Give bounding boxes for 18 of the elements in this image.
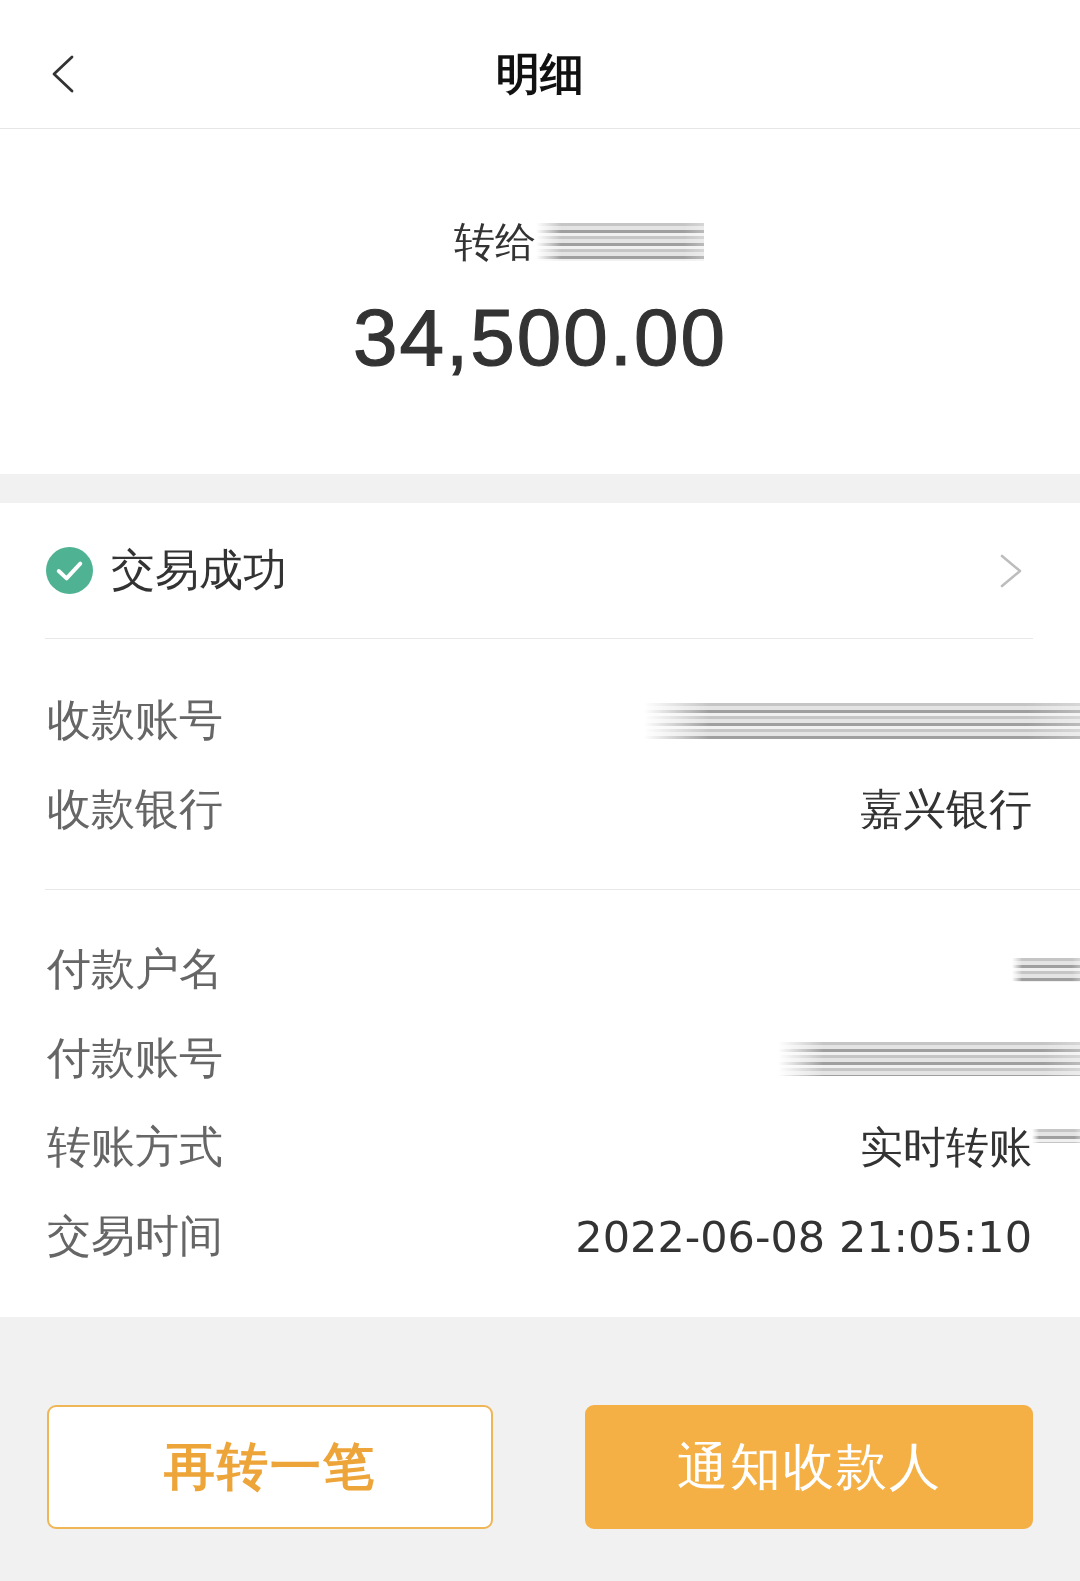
- transfer-again-button[interactable]: 再转一笔: [47, 1405, 493, 1529]
- detail-label: 收款账号: [47, 693, 223, 747]
- page-title: 明细: [496, 47, 584, 101]
- detail-value: 嘉兴银行: [860, 782, 1032, 836]
- status-text: 交易成功: [111, 543, 287, 597]
- detail-label: 付款户名: [47, 942, 223, 996]
- recipient-label: 转给: [454, 217, 536, 267]
- detail-value: 2022-06-08 21:05:10: [575, 1211, 1032, 1262]
- notify-payee-button[interactable]: 通知收款人: [585, 1405, 1033, 1529]
- check-circle-icon: [46, 547, 93, 594]
- detail-label: 交易时间: [47, 1209, 223, 1263]
- detail-label: 付款账号: [47, 1031, 223, 1085]
- detail-label: 收款银行: [47, 782, 223, 836]
- back-button[interactable]: [50, 54, 76, 94]
- chevron-left-icon: [51, 55, 75, 93]
- detail-value: 实时转账: [860, 1120, 1032, 1174]
- detail-label: 转账方式: [47, 1120, 223, 1174]
- transfer-amount: 34,500.00: [353, 292, 727, 384]
